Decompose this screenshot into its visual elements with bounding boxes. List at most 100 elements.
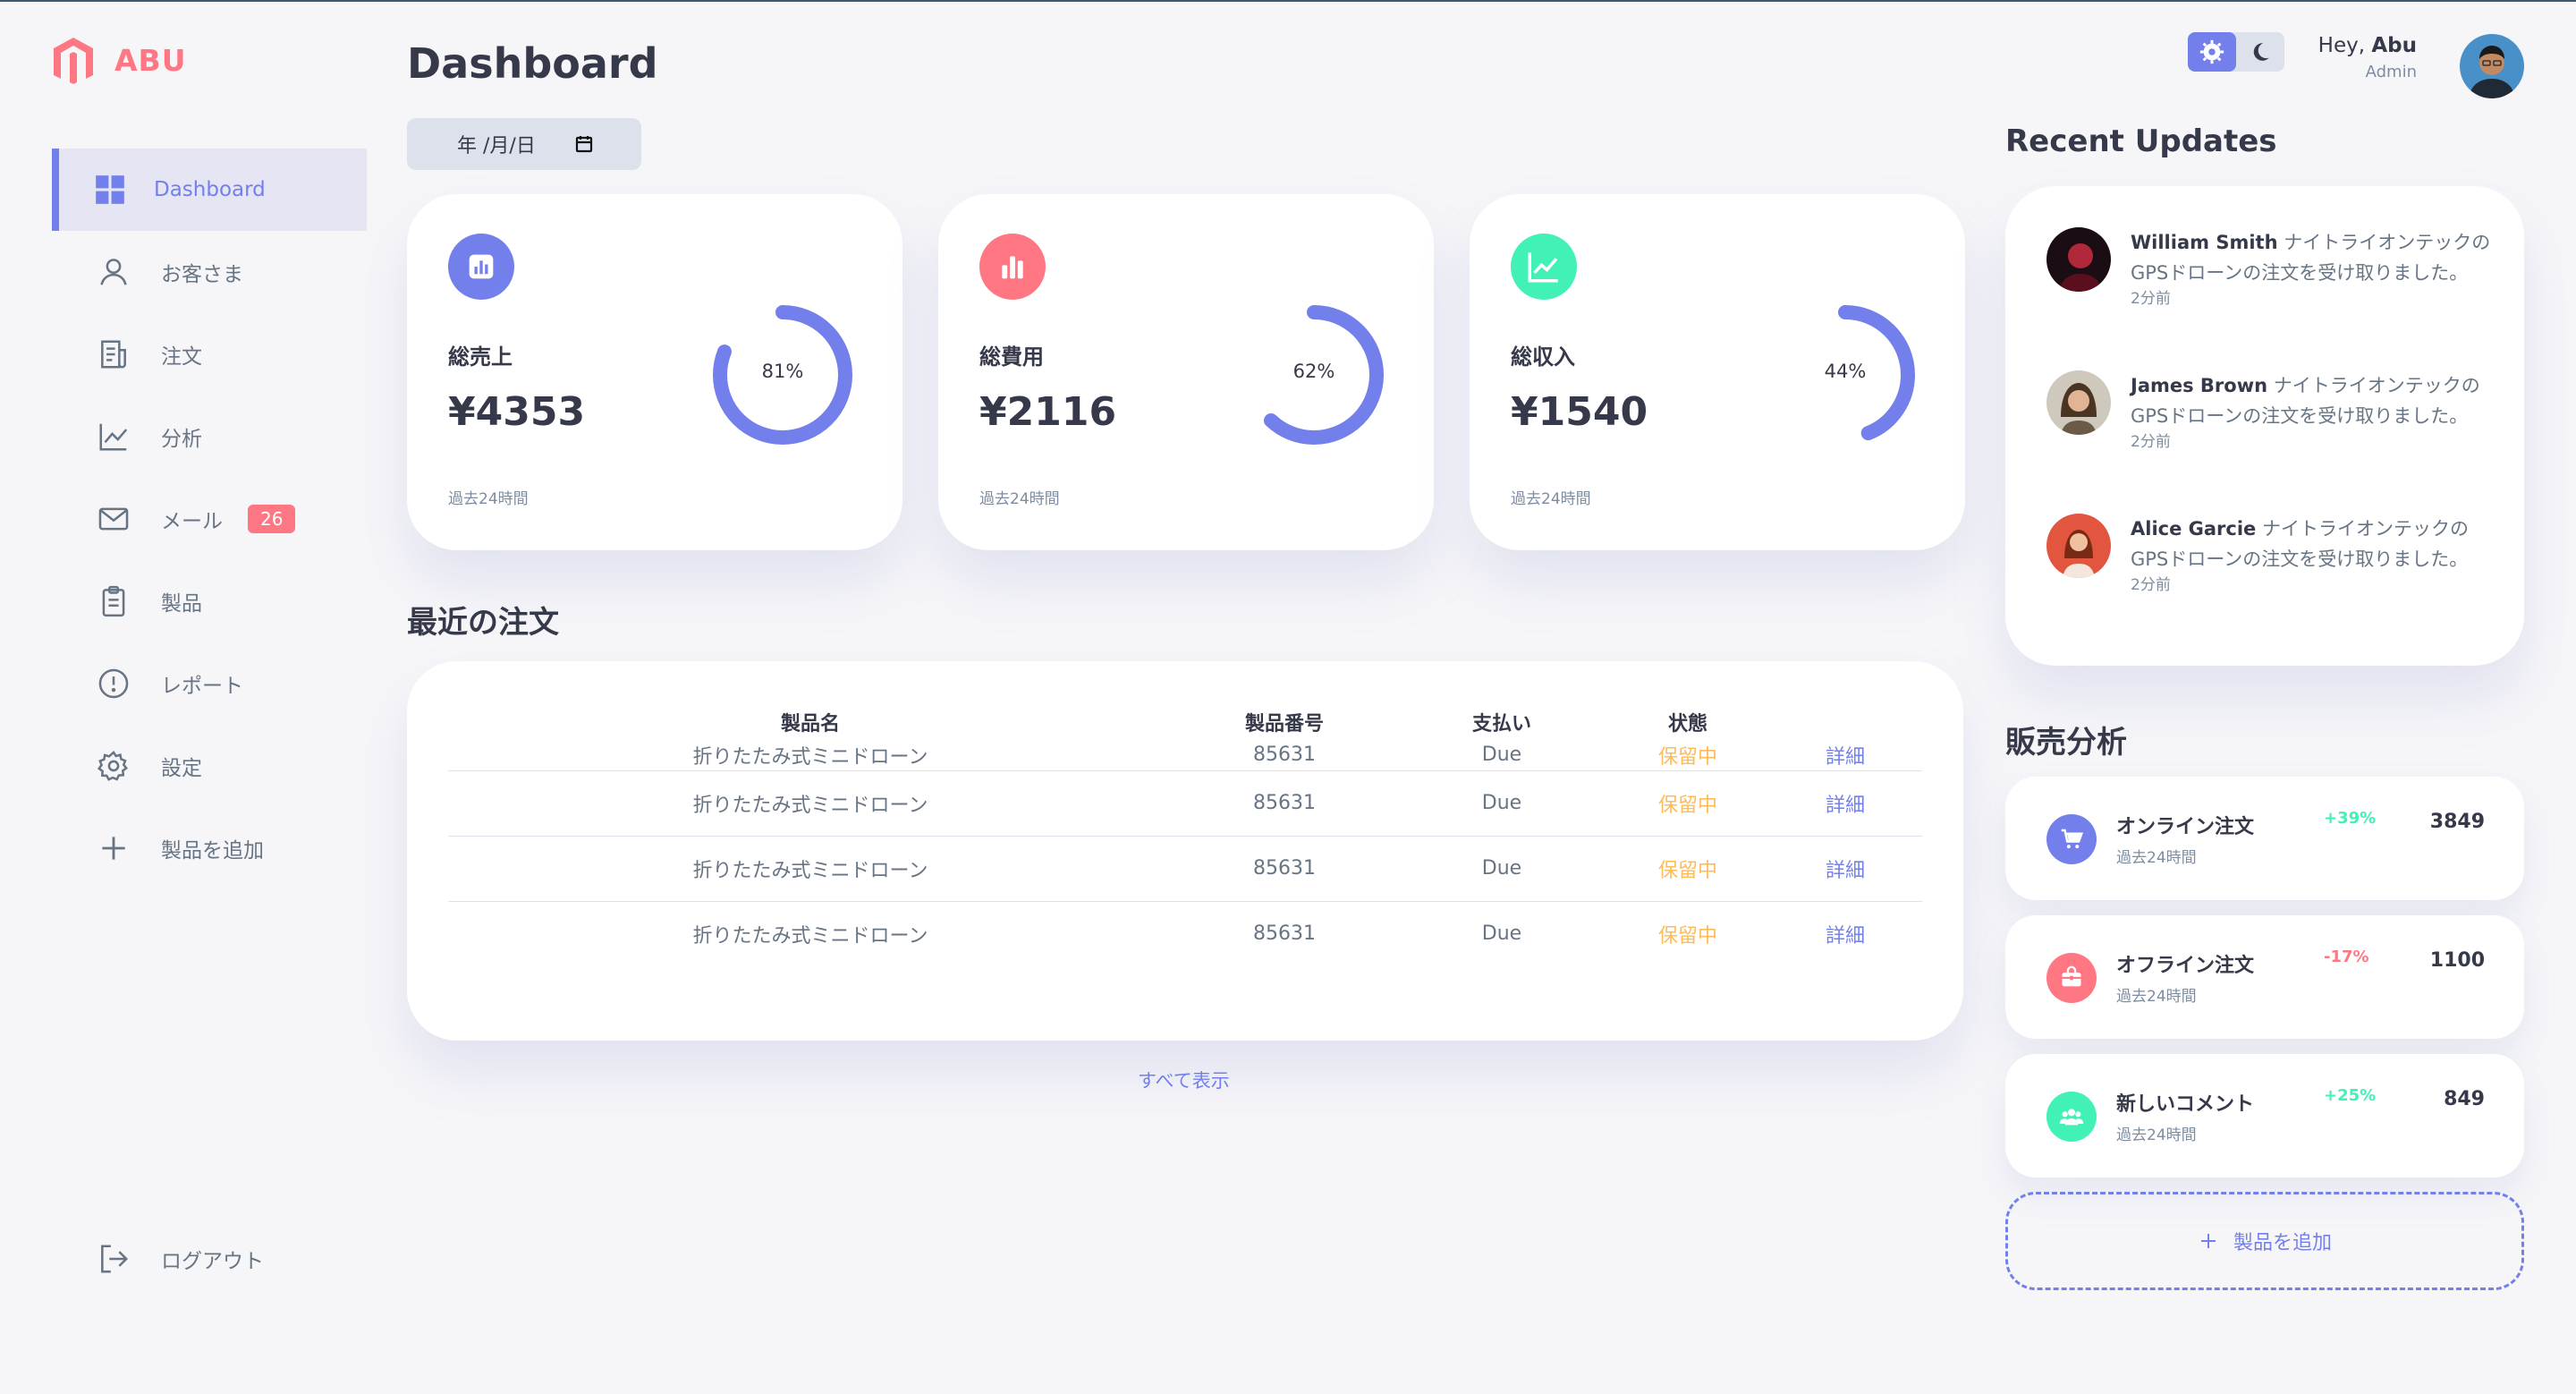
card-footnote: 過去24時間 xyxy=(1511,490,1591,508)
theme-toggle[interactable] xyxy=(2188,32,2284,72)
sidebar-item-label: 製品を追加 xyxy=(161,839,264,863)
sidebar-item-analytics[interactable]: 分析 xyxy=(52,395,367,478)
profile-role: Admin xyxy=(2365,63,2417,81)
logout-icon xyxy=(101,1245,129,1273)
income-card: 総収入 ¥1540 過去24時間 44% xyxy=(1470,194,1965,550)
sidebar-item-add-product[interactable]: 製品を追加 xyxy=(52,807,367,889)
sales-name: オフライン注文 xyxy=(2116,955,2255,977)
date-input[interactable]: 年 /月/日 xyxy=(407,118,641,170)
sales-count: 849 xyxy=(2444,1088,2485,1110)
card-value: ¥1540 xyxy=(1511,389,1648,435)
sidebar-item-label: 製品 xyxy=(161,592,202,616)
plus-icon xyxy=(2200,1234,2216,1248)
payment: Due xyxy=(1396,836,1607,902)
mail-count-badge: 26 xyxy=(248,505,296,533)
grid-icon xyxy=(96,175,124,204)
people-icon xyxy=(2046,1092,2097,1142)
product-number: 85631 xyxy=(1173,770,1396,837)
column-header xyxy=(1768,704,1922,740)
status: 保留中 xyxy=(1607,770,1768,837)
card-value: ¥2116 xyxy=(979,389,1117,435)
sales-percent: -17% xyxy=(2324,948,2369,966)
details-link[interactable]: 詳細 xyxy=(1768,836,1922,902)
product-number: 85631 xyxy=(1253,922,1316,946)
progress-ring: 62% xyxy=(1241,302,1387,448)
update-item: James Brown ナイトライオンテックのGPSドローンの注文を受け取りまし… xyxy=(2046,370,2494,453)
logout-button[interactable]: ログアウト xyxy=(97,1242,264,1276)
table-row: 折りたたみ式ミニドローン 85631 Due 保留中 詳細 xyxy=(448,836,1922,902)
details-link[interactable]: 詳細 xyxy=(1768,770,1922,837)
progress-percent: 62% xyxy=(1292,361,1335,382)
card-label: 総収入 xyxy=(1511,344,1575,370)
calendar-icon[interactable] xyxy=(573,133,595,155)
recent-orders-table: 製品名 製品番号 支払い 状態 折りたたみ式ミニドローン 85631 Due 保… xyxy=(407,661,1963,1041)
dark-mode-button[interactable] xyxy=(2236,32,2284,72)
card-footnote: 過去24時間 xyxy=(979,490,1060,508)
expenses-card: 総費用 ¥2116 過去24時間 62% xyxy=(938,194,1434,550)
update-user-name: Alice Garcie xyxy=(2131,518,2257,540)
date-placeholder: 年 /月/日 xyxy=(457,135,536,157)
show-all-link[interactable]: すべて表示 xyxy=(1138,1067,1230,1093)
product-number: 85631 xyxy=(1173,740,1396,771)
column-header: 状態 xyxy=(1667,713,1707,735)
update-user-name: James Brown xyxy=(2131,375,2268,396)
sidebar-item-products[interactable]: 製品 xyxy=(52,560,367,642)
card-value: ¥4353 xyxy=(448,389,586,435)
card-footnote: 過去24時間 xyxy=(448,490,529,508)
profile-name: Abu xyxy=(2371,34,2417,57)
add-product-button[interactable]: 製品を追加 xyxy=(2005,1192,2524,1290)
details-link[interactable]: 詳細 xyxy=(1768,901,1922,966)
sidebar-item-dashboard[interactable]: Dashboard xyxy=(52,149,367,231)
sidebar-item-settings[interactable]: 設定 xyxy=(52,725,367,807)
light-mode-button[interactable] xyxy=(2188,32,2236,72)
alert-icon xyxy=(98,668,129,699)
sales-name: オンライン注文 xyxy=(2116,816,2255,838)
sidebar-item-mail[interactable]: メール 26 xyxy=(52,478,367,560)
summary-cards: 総売上 ¥4353 過去24時間 81% 総費用 ¥2116 過去24時間 62… xyxy=(407,194,1965,550)
sales-count: 1100 xyxy=(2429,949,2485,972)
sidebar-item-label: Dashboard xyxy=(154,178,266,201)
product-name: 折りたたみ式ミニドローン xyxy=(448,770,1173,837)
product-name: 折りたたみ式ミニドローン xyxy=(448,836,1173,902)
logo[interactable]: ABU xyxy=(52,36,187,84)
sales-period: 過去24時間 xyxy=(2116,988,2197,1006)
clipboard-icon xyxy=(102,585,125,617)
details-link[interactable]: 詳細 xyxy=(1768,740,1922,771)
progress-percent: 44% xyxy=(1824,361,1867,382)
update-user-name: William Smith xyxy=(2131,232,2278,253)
sales-percent: +39% xyxy=(2324,809,2377,828)
status: 保留中 xyxy=(1607,740,1768,771)
bag-icon xyxy=(2046,953,2097,1003)
profile-avatar[interactable] xyxy=(2460,34,2524,98)
person-icon xyxy=(100,259,127,285)
update-time: 2分前 xyxy=(2131,576,2171,594)
user-avatar xyxy=(2046,514,2111,578)
sidebar-nav: Dashboard お客さま 注文 分析 メール 26 製品 レポート 設定 製… xyxy=(52,149,367,889)
bar-chart-icon xyxy=(448,234,514,300)
page-title: Dashboard xyxy=(407,39,658,88)
update-time: 2分前 xyxy=(2131,433,2171,451)
moon-icon xyxy=(2253,43,2269,61)
table-row: 折りたたみ式ミニドローン 85631 Due 保留中 詳細 xyxy=(448,740,1922,771)
sales-period: 過去24時間 xyxy=(2116,849,2197,867)
progress-ring: 44% xyxy=(1772,302,1919,448)
card-label: 総費用 xyxy=(979,344,1044,370)
user-avatar xyxy=(2046,227,2111,292)
sidebar-item-label: レポート xyxy=(161,675,243,698)
recent-updates-panel: William Smith ナイトライオンテックのGPSドローンの注文を受け取り… xyxy=(2005,186,2524,666)
cart-icon xyxy=(2046,814,2097,864)
sales-percent: +25% xyxy=(2324,1086,2377,1105)
trend-up-icon xyxy=(1511,234,1577,300)
sidebar-item-reports[interactable]: レポート xyxy=(52,642,367,725)
sales-card: 総売上 ¥4353 過去24時間 81% xyxy=(407,194,902,550)
table-header-row: 製品名 製品番号 支払い 状態 xyxy=(448,704,1922,740)
sidebar-item-orders[interactable]: 注文 xyxy=(52,313,367,395)
brand-name: ABU xyxy=(114,42,187,78)
sun-icon xyxy=(2199,39,2224,64)
sales-item-offline: オフライン注文 過去24時間 -17% 1100 xyxy=(2005,915,2524,1039)
receipt-icon xyxy=(101,340,126,369)
sidebar-item-customers[interactable]: お客さま xyxy=(52,231,367,313)
product-name: 折りたたみ式ミニドローン xyxy=(692,924,928,948)
gear-icon xyxy=(97,751,129,781)
mail-icon xyxy=(98,507,129,531)
